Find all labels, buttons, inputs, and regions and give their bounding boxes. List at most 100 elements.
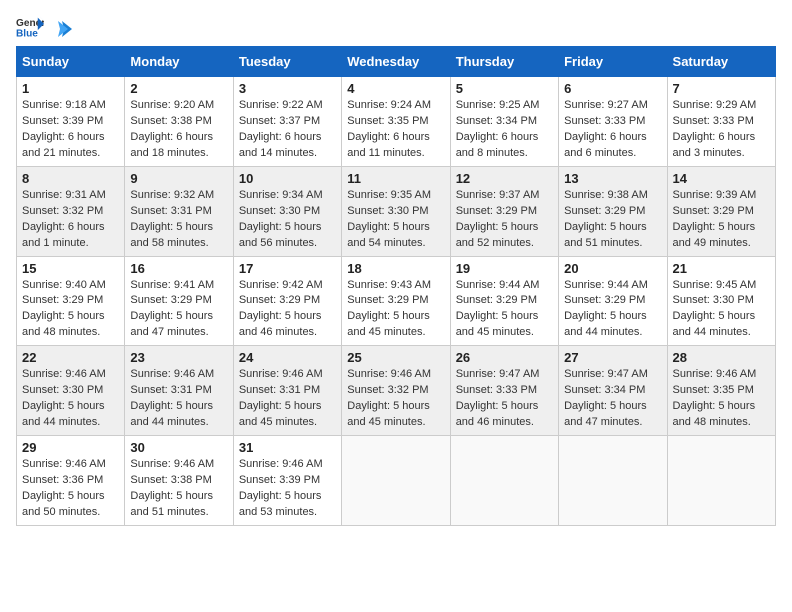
day-number: 3 xyxy=(239,81,336,96)
cell-daylight: Daylight: 5 hours and 47 minutes. xyxy=(564,400,647,428)
cell-daylight: Daylight: 6 hours and 6 minutes. xyxy=(564,131,647,159)
calendar-week-row: 29 Sunrise: 9:46 AM Sunset: 3:36 PM Dayl… xyxy=(17,436,776,526)
cell-sunset: Sunset: 3:32 PM xyxy=(22,205,103,217)
calendar-cell: 16 Sunrise: 9:41 AM Sunset: 3:29 PM Dayl… xyxy=(125,256,233,346)
cell-sunrise: Sunrise: 9:47 AM xyxy=(456,368,540,380)
cell-sunrise: Sunrise: 9:32 AM xyxy=(130,189,214,201)
day-number: 1 xyxy=(22,81,119,96)
col-header-thursday: Thursday xyxy=(450,47,558,77)
cell-sunset: Sunset: 3:30 PM xyxy=(239,205,320,217)
cell-sunset: Sunset: 3:36 PM xyxy=(22,474,103,486)
cell-daylight: Daylight: 5 hours and 47 minutes. xyxy=(130,310,213,338)
day-number: 31 xyxy=(239,440,336,455)
cell-sunrise: Sunrise: 9:46 AM xyxy=(239,368,323,380)
cell-sunset: Sunset: 3:31 PM xyxy=(239,384,320,396)
cell-sunset: Sunset: 3:37 PM xyxy=(239,115,320,127)
cell-daylight: Daylight: 5 hours and 45 minutes. xyxy=(347,400,430,428)
cell-sunrise: Sunrise: 9:20 AM xyxy=(130,99,214,111)
calendar-cell: 5 Sunrise: 9:25 AM Sunset: 3:34 PM Dayli… xyxy=(450,77,558,167)
cell-sunrise: Sunrise: 9:46 AM xyxy=(130,368,214,380)
cell-sunrise: Sunrise: 9:44 AM xyxy=(564,279,648,291)
cell-sunrise: Sunrise: 9:27 AM xyxy=(564,99,648,111)
col-header-sunday: Sunday xyxy=(17,47,125,77)
cell-daylight: Daylight: 6 hours and 1 minute. xyxy=(22,221,105,249)
cell-sunrise: Sunrise: 9:46 AM xyxy=(22,368,106,380)
cell-sunset: Sunset: 3:32 PM xyxy=(347,384,428,396)
cell-sunrise: Sunrise: 9:46 AM xyxy=(673,368,757,380)
calendar-cell xyxy=(559,436,667,526)
day-number: 14 xyxy=(673,171,770,186)
cell-sunset: Sunset: 3:38 PM xyxy=(130,115,211,127)
day-number: 27 xyxy=(564,350,661,365)
day-number: 10 xyxy=(239,171,336,186)
cell-sunset: Sunset: 3:30 PM xyxy=(673,294,754,306)
day-number: 11 xyxy=(347,171,444,186)
cell-sunrise: Sunrise: 9:18 AM xyxy=(22,99,106,111)
day-number: 28 xyxy=(673,350,770,365)
cell-daylight: Daylight: 5 hours and 50 minutes. xyxy=(22,490,105,518)
calendar-cell: 18 Sunrise: 9:43 AM Sunset: 3:29 PM Dayl… xyxy=(342,256,450,346)
cell-sunrise: Sunrise: 9:39 AM xyxy=(673,189,757,201)
calendar-cell: 28 Sunrise: 9:46 AM Sunset: 3:35 PM Dayl… xyxy=(667,346,775,436)
logo-arrow-icon xyxy=(50,19,72,39)
cell-sunset: Sunset: 3:29 PM xyxy=(564,294,645,306)
cell-sunset: Sunset: 3:35 PM xyxy=(673,384,754,396)
cell-sunrise: Sunrise: 9:35 AM xyxy=(347,189,431,201)
cell-sunset: Sunset: 3:29 PM xyxy=(239,294,320,306)
calendar-cell: 29 Sunrise: 9:46 AM Sunset: 3:36 PM Dayl… xyxy=(17,436,125,526)
cell-sunset: Sunset: 3:29 PM xyxy=(130,294,211,306)
cell-sunrise: Sunrise: 9:47 AM xyxy=(564,368,648,380)
cell-sunset: Sunset: 3:33 PM xyxy=(456,384,537,396)
cell-daylight: Daylight: 6 hours and 21 minutes. xyxy=(22,131,105,159)
cell-sunset: Sunset: 3:31 PM xyxy=(130,384,211,396)
cell-sunrise: Sunrise: 9:34 AM xyxy=(239,189,323,201)
cell-sunrise: Sunrise: 9:46 AM xyxy=(239,458,323,470)
cell-daylight: Daylight: 5 hours and 44 minutes. xyxy=(22,400,105,428)
col-header-saturday: Saturday xyxy=(667,47,775,77)
cell-daylight: Daylight: 5 hours and 58 minutes. xyxy=(130,221,213,249)
calendar-cell: 25 Sunrise: 9:46 AM Sunset: 3:32 PM Dayl… xyxy=(342,346,450,436)
calendar-week-row: 15 Sunrise: 9:40 AM Sunset: 3:29 PM Dayl… xyxy=(17,256,776,346)
calendar-cell: 21 Sunrise: 9:45 AM Sunset: 3:30 PM Dayl… xyxy=(667,256,775,346)
day-number: 30 xyxy=(130,440,227,455)
calendar-cell: 2 Sunrise: 9:20 AM Sunset: 3:38 PM Dayli… xyxy=(125,77,233,167)
day-number: 18 xyxy=(347,261,444,276)
calendar-cell xyxy=(342,436,450,526)
cell-sunrise: Sunrise: 9:42 AM xyxy=(239,279,323,291)
day-number: 9 xyxy=(130,171,227,186)
cell-sunset: Sunset: 3:29 PM xyxy=(456,205,537,217)
calendar-cell: 20 Sunrise: 9:44 AM Sunset: 3:29 PM Dayl… xyxy=(559,256,667,346)
cell-daylight: Daylight: 5 hours and 56 minutes. xyxy=(239,221,322,249)
col-header-friday: Friday xyxy=(559,47,667,77)
day-number: 29 xyxy=(22,440,119,455)
cell-sunset: Sunset: 3:30 PM xyxy=(347,205,428,217)
calendar-week-row: 1 Sunrise: 9:18 AM Sunset: 3:39 PM Dayli… xyxy=(17,77,776,167)
cell-daylight: Daylight: 5 hours and 49 minutes. xyxy=(673,221,756,249)
day-number: 2 xyxy=(130,81,227,96)
calendar-cell: 30 Sunrise: 9:46 AM Sunset: 3:38 PM Dayl… xyxy=(125,436,233,526)
calendar-cell: 9 Sunrise: 9:32 AM Sunset: 3:31 PM Dayli… xyxy=(125,166,233,256)
cell-sunset: Sunset: 3:35 PM xyxy=(347,115,428,127)
cell-sunset: Sunset: 3:34 PM xyxy=(456,115,537,127)
cell-daylight: Daylight: 5 hours and 52 minutes. xyxy=(456,221,539,249)
cell-sunset: Sunset: 3:33 PM xyxy=(673,115,754,127)
cell-sunrise: Sunrise: 9:46 AM xyxy=(22,458,106,470)
day-number: 15 xyxy=(22,261,119,276)
day-number: 13 xyxy=(564,171,661,186)
day-number: 22 xyxy=(22,350,119,365)
calendar-header-row: SundayMondayTuesdayWednesdayThursdayFrid… xyxy=(17,47,776,77)
calendar-cell xyxy=(667,436,775,526)
day-number: 12 xyxy=(456,171,553,186)
day-number: 19 xyxy=(456,261,553,276)
calendar-cell: 31 Sunrise: 9:46 AM Sunset: 3:39 PM Dayl… xyxy=(233,436,341,526)
calendar-cell: 13 Sunrise: 9:38 AM Sunset: 3:29 PM Dayl… xyxy=(559,166,667,256)
calendar-table: SundayMondayTuesdayWednesdayThursdayFrid… xyxy=(16,46,776,526)
cell-sunrise: Sunrise: 9:37 AM xyxy=(456,189,540,201)
cell-daylight: Daylight: 5 hours and 45 minutes. xyxy=(456,310,539,338)
cell-sunset: Sunset: 3:29 PM xyxy=(347,294,428,306)
calendar-cell: 17 Sunrise: 9:42 AM Sunset: 3:29 PM Dayl… xyxy=(233,256,341,346)
day-number: 24 xyxy=(239,350,336,365)
cell-daylight: Daylight: 5 hours and 51 minutes. xyxy=(564,221,647,249)
cell-daylight: Daylight: 5 hours and 51 minutes. xyxy=(130,490,213,518)
cell-sunset: Sunset: 3:33 PM xyxy=(564,115,645,127)
